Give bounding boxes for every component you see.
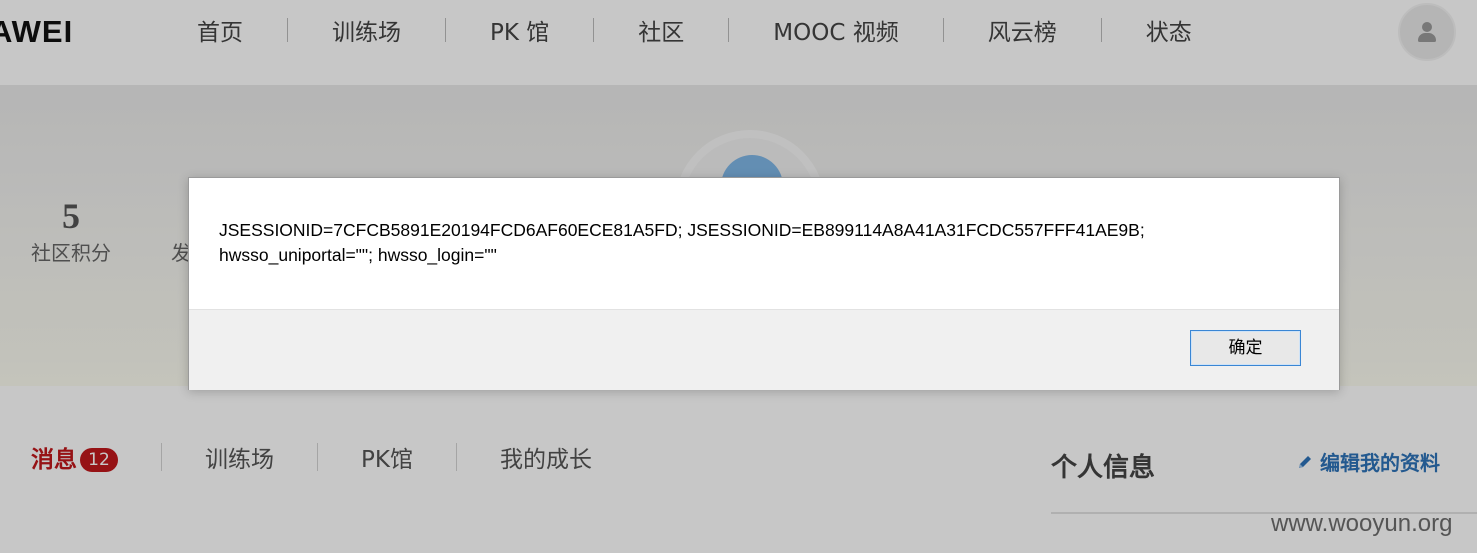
alert-dialog-body: JSESSIONID=7CFCB5891E20194FCD6AF60ECE81A… — [189, 178, 1339, 309]
alert-message-line: hwsso_uniportal=""; hwsso_login="" — [219, 245, 497, 265]
alert-message: JSESSIONID=7CFCB5891E20194FCD6AF60ECE81A… — [219, 218, 1309, 268]
alert-dialog: JSESSIONID=7CFCB5891E20194FCD6AF60ECE81A… — [188, 177, 1340, 390]
alert-message-line: JSESSIONID=7CFCB5891E20194FCD6AF60ECE81A… — [219, 220, 1145, 240]
alert-dialog-footer: 确定 — [189, 309, 1339, 390]
ok-button[interactable]: 确定 — [1190, 330, 1301, 366]
watermark-text: www.wooyun.org — [1271, 510, 1453, 537]
